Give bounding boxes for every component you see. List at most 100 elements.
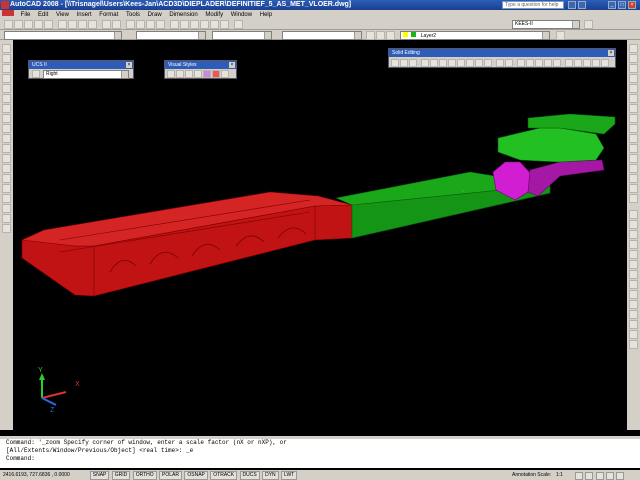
shell-icon[interactable] xyxy=(544,59,552,67)
otrack-toggle[interactable]: OTRACK xyxy=(210,471,238,480)
slice-icon[interactable] xyxy=(583,59,591,67)
menu-window[interactable]: Window xyxy=(228,12,255,18)
rotate-faces-icon[interactable] xyxy=(457,59,465,67)
insert-block-icon[interactable] xyxy=(2,154,11,163)
new-icon[interactable] xyxy=(4,20,13,29)
zoom-realtime-icon[interactable] xyxy=(136,20,145,29)
chamfer-edge-icon[interactable] xyxy=(574,59,582,67)
dimstyle-dropdown[interactable] xyxy=(136,31,206,40)
fillet-icon[interactable] xyxy=(629,184,638,193)
table-style-dropdown[interactable] xyxy=(212,31,272,40)
dimension-arc-icon[interactable] xyxy=(629,230,638,239)
command-window[interactable]: Command: '_zoom Specify corner of window… xyxy=(0,436,640,468)
annotation-scale-value[interactable]: 1:1 xyxy=(556,470,563,480)
dimension-jogged-icon[interactable] xyxy=(629,260,638,269)
text-style-dropdown[interactable] xyxy=(4,31,122,40)
color-edges-icon[interactable] xyxy=(505,59,513,67)
menu-edit[interactable]: Edit xyxy=(35,12,51,18)
pan-icon[interactable] xyxy=(126,20,135,29)
quick-dimension-icon[interactable] xyxy=(629,290,638,299)
make-current-icon[interactable] xyxy=(386,31,395,40)
move-faces-icon[interactable] xyxy=(430,59,438,67)
rotate-icon[interactable] xyxy=(629,104,638,113)
layer-dropdown[interactable]: Layer2 xyxy=(400,31,550,40)
quickcalc-icon[interactable] xyxy=(220,20,229,29)
ellipse-icon[interactable] xyxy=(2,134,11,143)
multiline-text-icon[interactable] xyxy=(2,224,11,233)
design-center-icon[interactable] xyxy=(180,20,189,29)
trim-icon[interactable] xyxy=(629,134,638,143)
ucs-dropdown[interactable]: Right xyxy=(43,70,129,79)
break-icon[interactable] xyxy=(629,154,638,163)
revision-cloud-icon[interactable] xyxy=(2,114,11,123)
document-icon[interactable] xyxy=(2,10,14,16)
undo-icon[interactable] xyxy=(102,20,111,29)
osnap-toggle[interactable]: OSNAP xyxy=(184,471,208,480)
multileader-style-dropdown[interactable] xyxy=(282,31,362,40)
close-icon[interactable]: × xyxy=(126,62,132,68)
maximize-icon[interactable]: □ xyxy=(618,1,626,9)
properties-icon[interactable] xyxy=(170,20,179,29)
array-icon[interactable] xyxy=(629,84,638,93)
redo-icon[interactable] xyxy=(112,20,121,29)
thicken-icon[interactable] xyxy=(592,59,600,67)
open-icon[interactable] xyxy=(14,20,23,29)
help-search-input[interactable]: Type a question for help xyxy=(502,1,564,9)
solid-editing-header[interactable]: Solid Editing × xyxy=(389,49,615,57)
offset-faces-icon[interactable] xyxy=(439,59,447,67)
arc-icon[interactable] xyxy=(2,94,11,103)
mirror-icon[interactable] xyxy=(629,64,638,73)
dimension-diameter-icon[interactable] xyxy=(629,270,638,279)
center-mark-icon[interactable] xyxy=(629,330,638,339)
polar-toggle[interactable]: POLAR xyxy=(159,471,182,480)
menu-help[interactable]: Help xyxy=(257,12,275,18)
preview-icon[interactable] xyxy=(44,20,53,29)
ducs-toggle[interactable]: DUCS xyxy=(239,471,260,480)
subtract-icon[interactable] xyxy=(400,59,408,67)
menu-tools[interactable]: Tools xyxy=(123,12,143,18)
dimension-aligned-icon[interactable] xyxy=(629,220,638,229)
taper-faces-icon[interactable] xyxy=(466,59,474,67)
gradient-icon[interactable] xyxy=(2,194,11,203)
move-icon[interactable] xyxy=(629,94,638,103)
markup-icon[interactable] xyxy=(210,20,219,29)
interfere-icon[interactable] xyxy=(601,59,609,67)
ucs-manager-icon[interactable] xyxy=(32,70,40,78)
line-icon[interactable] xyxy=(2,44,11,53)
spline-icon[interactable] xyxy=(2,124,11,133)
conceptual-icon[interactable] xyxy=(203,70,211,78)
dyn-toggle[interactable]: DYN xyxy=(262,471,279,480)
status-tray-icon[interactable] xyxy=(606,472,614,480)
inspection-icon[interactable] xyxy=(629,340,638,349)
baseline-icon[interactable] xyxy=(629,300,638,309)
layer-previous-icon[interactable] xyxy=(556,31,565,40)
paste-icon[interactable] xyxy=(78,20,87,29)
menu-file[interactable]: File xyxy=(18,12,34,18)
model-canvas[interactable]: X Y Z xyxy=(13,40,627,430)
polygon-icon[interactable] xyxy=(2,74,11,83)
dimension-linear-icon[interactable] xyxy=(629,210,638,219)
tool-palettes-icon[interactable] xyxy=(190,20,199,29)
stretch-icon[interactable] xyxy=(629,124,638,133)
extend-icon[interactable] xyxy=(629,144,638,153)
menu-draw[interactable]: Draw xyxy=(145,12,165,18)
polyline-icon[interactable] xyxy=(2,64,11,73)
intersect-icon[interactable] xyxy=(409,59,417,67)
join-icon[interactable] xyxy=(629,164,638,173)
close-icon[interactable]: × xyxy=(628,1,636,9)
copy-faces-icon[interactable] xyxy=(475,59,483,67)
chamfer-icon[interactable] xyxy=(629,174,638,183)
offset-icon[interactable] xyxy=(629,74,638,83)
menu-view[interactable]: View xyxy=(53,12,72,18)
table-icon[interactable] xyxy=(2,214,11,223)
extrude-faces-icon[interactable] xyxy=(421,59,429,67)
ucs-panel-header[interactable]: UCS II × xyxy=(29,61,133,69)
menu-dimension[interactable]: Dimension xyxy=(166,12,200,18)
workspace-settings-icon[interactable] xyxy=(584,20,593,29)
separate-icon[interactable] xyxy=(535,59,543,67)
color-faces-icon[interactable] xyxy=(484,59,492,67)
coordinate-readout[interactable]: 2416.6193, 727.6836 , 0.0000 xyxy=(0,470,83,480)
dimension-angular-icon[interactable] xyxy=(629,280,638,289)
check-icon[interactable] xyxy=(553,59,561,67)
clean-screen-icon[interactable] xyxy=(616,472,624,480)
